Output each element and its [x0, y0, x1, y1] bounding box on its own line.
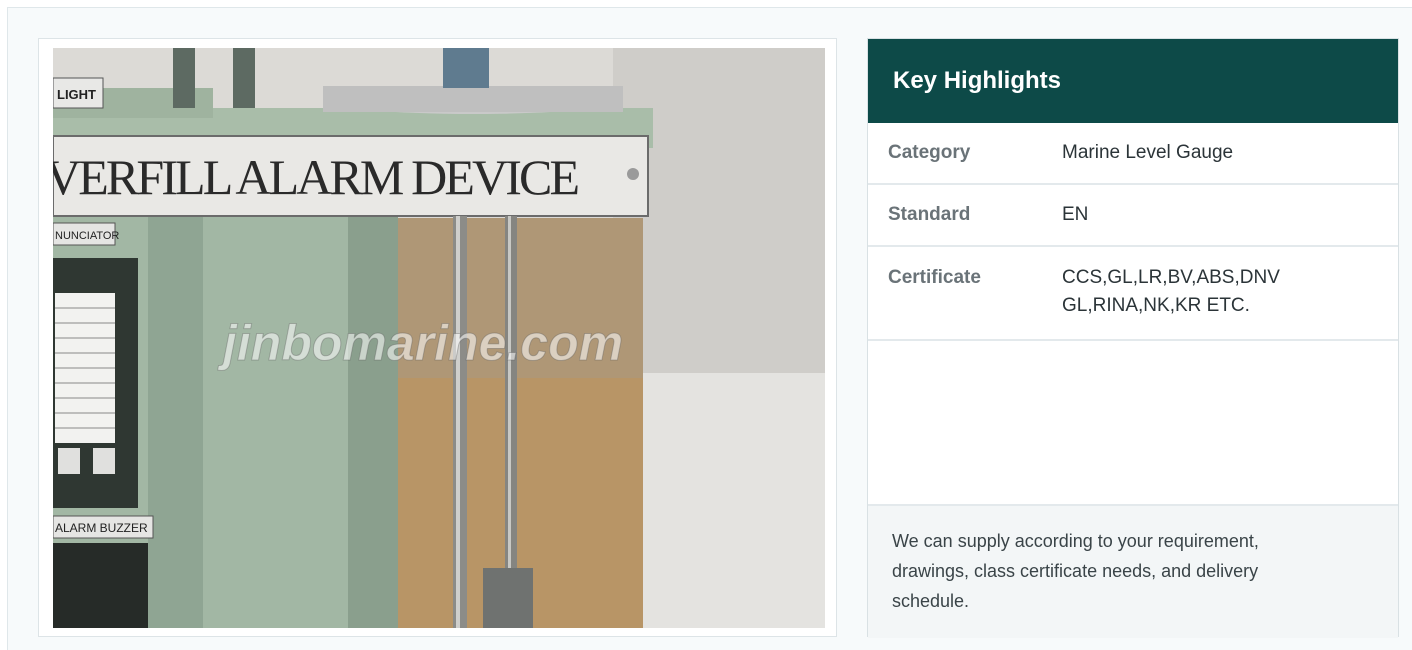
row-label: Standard: [888, 204, 971, 225]
light-label-text: LIGHT: [57, 87, 96, 102]
content-section: LIGHT VERFILL ALARM DEVICE NUNCIATOR ALA…: [7, 7, 1412, 650]
row-value: CCS,GL,LR,BV,ABS,DNV GL,RINA,NK,KR ETC.: [1062, 267, 1280, 316]
product-photo: LIGHT VERFILL ALARM DEVICE NUNCIATOR ALA…: [53, 48, 825, 628]
highlight-row: Certificate CCS,GL,LR,BV,ABS,DNV GL,RINA…: [868, 247, 1398, 341]
buzzer-text: ALARM BUZZER: [55, 521, 148, 535]
supply-note: We can supply according to your requirem…: [868, 506, 1398, 638]
empty-row: [868, 341, 1398, 506]
row-value: Marine Level Gauge: [1062, 142, 1234, 163]
panel-title: Key Highlights: [868, 39, 1398, 123]
watermark-text: jinbomarine.com: [217, 315, 623, 371]
highlight-row: Standard EN: [868, 185, 1398, 247]
row-value: EN: [1062, 204, 1089, 225]
overfill-alarm-device-image: LIGHT VERFILL ALARM DEVICE NUNCIATOR ALA…: [53, 48, 825, 628]
product-image-card: LIGHT VERFILL ALARM DEVICE NUNCIATOR ALA…: [38, 38, 837, 637]
annunciator-text: NUNCIATOR: [55, 230, 119, 242]
sign-text: VERFILL ALARM DEVICE: [53, 149, 580, 205]
row-label: Category: [888, 142, 971, 163]
highlight-row: Category Marine Level Gauge: [868, 123, 1398, 185]
row-label: Certificate: [888, 267, 981, 288]
key-highlights-panel: Key Highlights Category Marine Level Gau…: [867, 38, 1399, 638]
